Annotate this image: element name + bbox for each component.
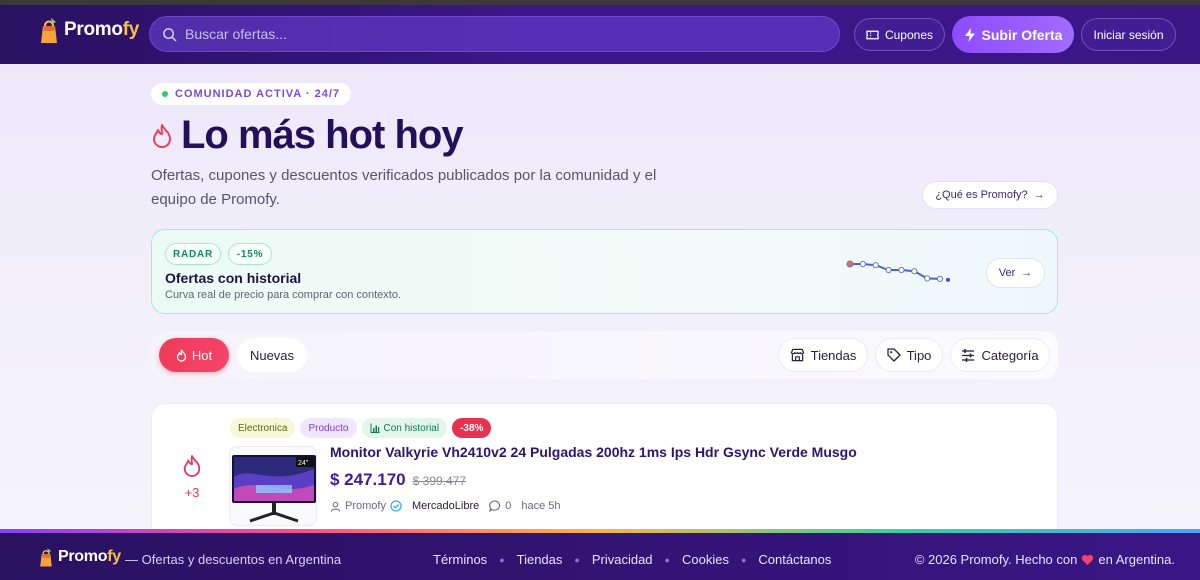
footer-link-cookies[interactable]: Cookies — [682, 552, 729, 567]
flame-icon — [183, 455, 201, 477]
view-history-button[interactable]: Ver → — [986, 258, 1045, 288]
sparkline-point — [859, 260, 866, 268]
hero-subtitle: Ofertas, cupones y descuentos verificado… — [151, 167, 657, 208]
sparkline-point — [898, 266, 905, 274]
category-tag[interactable]: Electronica — [230, 418, 296, 438]
verified-icon — [390, 500, 402, 512]
price-sparkline — [846, 260, 950, 282]
price-history-card[interactable]: RADAR -15% Ofertas con historial Curva r… — [151, 229, 1058, 314]
about-promofy-button[interactable]: ¿Qué es Promofy? → — [922, 181, 1058, 209]
separator-dot: ● — [740, 554, 747, 565]
page-title: Lo más hot hoy — [151, 113, 464, 158]
bar-chart-icon — [370, 423, 379, 433]
footer-link-privacy[interactable]: Privacidad — [592, 552, 653, 567]
filter-bar: Hot Nuevas Tiendas Tipo Categoría — [151, 331, 1058, 379]
deal-title-link[interactable]: Monitor Valkyrie Vh2410v2 24 Pulgadas 20… — [330, 444, 857, 460]
logo-bag-icon — [40, 548, 52, 567]
radar-title: Ofertas con historial — [165, 270, 302, 286]
sliders-icon — [962, 348, 975, 362]
brand-logo[interactable]: Promofy — [38, 15, 139, 45]
radar-subtitle: Curva real de precio para comprar con co… — [165, 289, 402, 301]
store-icon — [790, 348, 804, 362]
comments[interactable]: 0 — [489, 500, 511, 512]
kind-tag[interactable]: Producto — [300, 418, 357, 438]
lightning-icon — [964, 27, 975, 42]
logo-bag-icon — [41, 18, 57, 43]
separator-dot: ● — [574, 554, 580, 565]
original-price: $ 399.477 — [412, 474, 467, 488]
footer-link-contact[interactable]: Contáctanos — [758, 552, 831, 567]
type-filter-button[interactable]: Tipo — [875, 338, 943, 372]
price-block: $ 247.170 $ 399.477 — [330, 470, 466, 490]
thumb-size-label: 24" — [298, 460, 309, 467]
separator-dot: ● — [499, 554, 505, 565]
sparkline-point — [846, 260, 854, 268]
search-bar[interactable] — [149, 16, 840, 52]
flame-icon — [153, 123, 171, 148]
deal-tags: Electronica Producto Con historial -38% — [230, 418, 492, 438]
store-name[interactable]: MercadoLibre — [412, 500, 479, 512]
hot-vote[interactable]: +3 — [179, 454, 205, 500]
live-dot-icon — [162, 91, 168, 97]
ticket-icon — [866, 30, 879, 39]
footer-link-terms[interactable]: Términos — [433, 552, 487, 567]
tag-icon — [886, 348, 901, 362]
author[interactable]: Promofy — [330, 500, 402, 512]
footer-nav: Términos ● Tiendas ● Privacidad ● Cookie… — [433, 552, 831, 567]
stores-filter-button[interactable]: Tiendas — [778, 338, 868, 372]
footer: Promofy — Ofertas y descuentos en Argent… — [0, 533, 1200, 580]
tab-new[interactable]: Nuevas — [237, 338, 307, 372]
heart-icon — [1082, 554, 1094, 565]
monitor-image: 24" — [232, 455, 316, 523]
arrow-right-icon: → — [1033, 189, 1045, 201]
comment-icon — [489, 500, 501, 512]
sparkline-point — [911, 268, 918, 275]
sparkline-point — [924, 275, 931, 282]
sparkline-point — [872, 262, 879, 269]
footer-brand-name: Promofy — [58, 548, 121, 565]
sparkline-end-point — [946, 277, 950, 282]
flame-icon — [176, 348, 187, 362]
footer-link-stores[interactable]: Tiendas — [517, 552, 563, 567]
tab-hot[interactable]: Hot — [159, 338, 229, 372]
price-drop-tag: -15% — [228, 243, 272, 265]
discount-badge: -38% — [452, 418, 492, 438]
search-icon — [163, 27, 177, 41]
coupons-button[interactable]: Cupones — [854, 18, 945, 51]
user-icon — [330, 501, 341, 512]
history-tag[interactable]: Con historial — [361, 418, 448, 438]
radar-tag: RADAR — [165, 243, 221, 265]
login-button[interactable]: Iniciar sesión — [1081, 18, 1176, 51]
top-navigation-bar: Promofy Cupones Subir Oferta Iniciar ses… — [0, 0, 1200, 64]
product-thumbnail[interactable]: 24" — [229, 446, 317, 526]
footer-copyright: © 2026 Promofy. Hecho con en Argentina. — [914, 552, 1175, 567]
upload-deal-button[interactable]: Subir Oferta — [952, 16, 1074, 53]
vote-count: +3 — [184, 485, 200, 500]
brand-name: Promofy — [64, 19, 139, 40]
sparkline-point — [885, 266, 892, 274]
category-filter-button[interactable]: Categoría — [950, 338, 1050, 372]
community-badge: COMUNIDAD ACTIVA · 24/7 — [151, 83, 351, 105]
footer-logo[interactable]: Promofy — [38, 546, 121, 568]
footer-tagline: — Ofertas y descuentos en Argentina — [125, 552, 342, 567]
deal-meta: Promofy MercadoLibre 0 hace 5h — [330, 500, 561, 512]
deal-card[interactable]: +3 Electronica Producto Con historial -3… — [151, 403, 1058, 543]
sparkline-point — [936, 275, 944, 282]
search-input[interactable] — [185, 26, 785, 42]
posted-time: hace 5h — [521, 500, 561, 512]
arrow-right-icon: → — [1021, 267, 1033, 279]
current-price: $ 247.170 — [330, 470, 406, 489]
separator-dot: ● — [664, 554, 670, 565]
